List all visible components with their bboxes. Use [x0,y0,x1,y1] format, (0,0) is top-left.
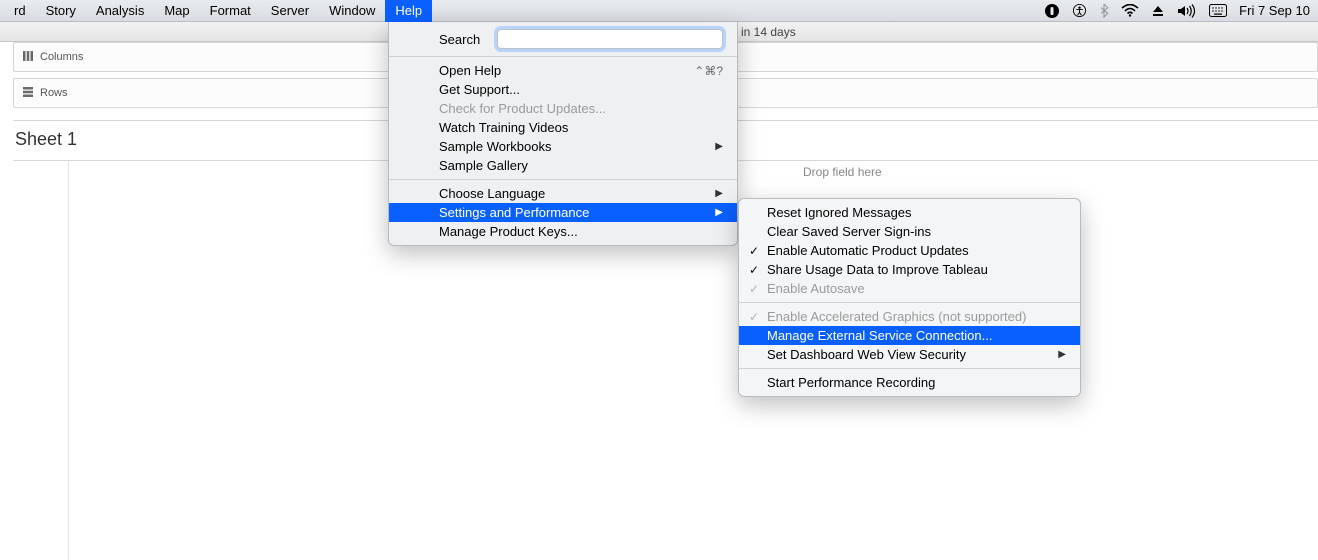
menubar-menus: rd Story Analysis Map Format Server Wind… [4,0,432,22]
columns-label: Columns [40,51,83,63]
menu-item-label: Choose Language [439,186,723,201]
menubar-date[interactable]: Fri 7 Sep 10 [1239,3,1310,18]
columns-icon [22,50,34,65]
submenu-item-manage-external-service-connection[interactable]: Manage External Service Connection... [739,326,1080,345]
help-dropdown: Search Open Help⌃⌘? Get Support... Check f… [388,22,738,246]
menu-separator [739,368,1080,369]
wifi-icon[interactable] [1121,4,1139,17]
rows-icon [22,86,34,101]
menu-item-label: Enable Autosave [767,281,1066,296]
submenu-item-clear-saved-server-sign-ins[interactable]: Clear Saved Server Sign-ins [739,222,1080,241]
menu-item-label: Manage External Service Connection... [767,328,1066,343]
menu-item-label: Clear Saved Server Sign-ins [767,224,1066,239]
canvas-divider [68,161,69,560]
menu-server[interactable]: Server [261,0,319,22]
help-item-settings-and-performance[interactable]: Settings and Performance▶ [389,203,737,222]
volume-icon[interactable] [1177,4,1197,18]
menu-map[interactable]: Map [154,0,199,22]
menu-truncated[interactable]: rd [4,0,36,22]
help-item-open-help[interactable]: Open Help⌃⌘? [389,61,737,80]
submenu-item-set-dashboard-web-view-security[interactable]: Set Dashboard Web View Security▶ [739,345,1080,364]
menu-item-label: Sample Gallery [439,158,723,173]
menu-item-label: Start Performance Recording [767,375,1066,390]
menubar-right: Fri 7 Sep 10 [1044,3,1312,19]
menu-item-label: Get Support... [439,82,723,97]
checkmark-icon: ✓ [749,282,759,296]
submenu-item-reset-ignored-messages[interactable]: Reset Ignored Messages [739,203,1080,222]
app-indicator-icon[interactable] [1044,3,1060,19]
menu-format[interactable]: Format [200,0,261,22]
menu-item-label: Set Dashboard Web View Security [767,347,1066,362]
menu-item-label: Open Help [439,63,694,78]
eject-icon[interactable] [1151,4,1165,18]
submenu-arrow-icon: ▶ [715,141,723,152]
menu-item-label: Manage Product Keys... [439,224,723,239]
submenu-item-share-usage-data-to-improve-tableau[interactable]: ✓ Share Usage Data to Improve Tableau [739,260,1080,279]
mac-menubar: rd Story Analysis Map Format Server Wind… [0,0,1318,22]
accessibility-icon[interactable] [1072,3,1087,18]
menu-separator [389,179,737,180]
submenu-arrow-icon: ▶ [715,188,723,199]
checkmark-icon: ✓ [749,244,759,258]
menu-item-label: Share Usage Data to Improve Tableau [767,262,1066,277]
checkmark-icon: ✓ [749,310,759,324]
menu-window[interactable]: Window [319,0,385,22]
menu-separator [389,56,737,57]
help-search-row: Search [389,26,737,52]
submenu-arrow-icon: ▶ [715,207,723,218]
submenu-arrow-icon: ▶ [1058,349,1066,360]
help-search-input[interactable] [497,29,723,49]
checkmark-icon: ✓ [749,263,759,277]
menu-item-label: Watch Training Videos [439,120,723,135]
help-item-sample-gallery[interactable]: Sample Gallery [389,156,737,175]
rows-label: Rows [40,87,68,99]
help-search-label: Search [439,32,489,47]
trial-text: in 14 days [741,25,796,39]
submenu-item-start-performance-recording[interactable]: Start Performance Recording [739,373,1080,392]
help-item-get-support[interactable]: Get Support... [389,80,737,99]
bluetooth-icon[interactable] [1099,3,1109,18]
help-item-manage-product-keys[interactable]: Manage Product Keys... [389,222,737,241]
help-item-watch-training-videos[interactable]: Watch Training Videos [389,118,737,137]
menu-help[interactable]: Help [385,0,432,22]
menu-item-label: Settings and Performance [439,205,723,220]
submenu-item-enable-automatic-product-updates[interactable]: ✓ Enable Automatic Product Updates [739,241,1080,260]
help-item-sample-workbooks[interactable]: Sample Workbooks▶ [389,137,737,156]
menu-item-label: Reset Ignored Messages [767,205,1066,220]
submenu-item-enable-accelerated-graphics-not-supported: ✓ Enable Accelerated Graphics (not suppor… [739,307,1080,326]
submenu-item-enable-autosave: ✓ Enable Autosave [739,279,1080,298]
menu-separator [739,302,1080,303]
menu-item-shortcut: ⌃⌘? [694,64,723,78]
menu-item-label: Enable Accelerated Graphics (not support… [767,309,1066,324]
menu-analysis[interactable]: Analysis [86,0,154,22]
help-item-choose-language[interactable]: Choose Language▶ [389,184,737,203]
settings-performance-submenu: Reset Ignored Messages Clear Saved Server… [738,198,1081,397]
menu-item-label: Sample Workbooks [439,139,723,154]
drop-hint: Drop field here [803,165,882,179]
input-source-icon[interactable] [1209,4,1227,17]
menu-item-label: Check for Product Updates... [439,101,723,116]
menu-item-label: Enable Automatic Product Updates [767,243,1066,258]
help-item-check-for-product-updates: Check for Product Updates... [389,99,737,118]
menu-story[interactable]: Story [36,0,86,22]
